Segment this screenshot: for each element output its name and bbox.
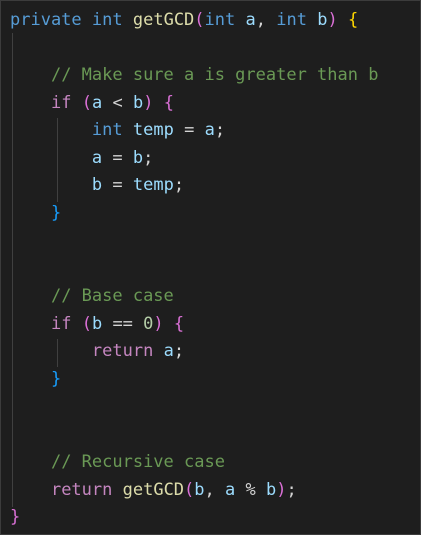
keyword-if: if <box>50 314 72 334</box>
var-a: a <box>163 341 174 361</box>
comma: , <box>204 480 215 500</box>
comma: , <box>255 10 267 30</box>
code-line-19: } <box>10 506 20 528</box>
code-line-8: } <box>10 202 61 224</box>
if-close-brace: } <box>50 203 62 223</box>
comment-swap: // Make sure a is greater than b <box>50 65 379 85</box>
comment-recursive-case: // Recursive case <box>50 452 225 472</box>
method-close-brace: } <box>10 507 21 527</box>
open-paren: ( <box>81 314 92 334</box>
semicolon: ; <box>214 120 226 140</box>
keyword-return: return <box>50 480 113 500</box>
close-paren: ) <box>327 10 338 30</box>
operator-less-than: < <box>112 93 123 113</box>
operator-assign: = <box>112 175 123 195</box>
var-b: b <box>266 480 277 500</box>
method-name: getGCD <box>132 10 195 30</box>
open-paren: ( <box>81 93 92 113</box>
code-line-18: return getGCD(b, a % b); <box>10 479 297 501</box>
var-temp: temp <box>132 175 174 195</box>
var-a: a <box>204 120 215 140</box>
keyword-int-param-a: int <box>204 10 236 30</box>
code-line-12: if (b == 0) { <box>10 313 184 335</box>
keyword-int: int <box>91 10 123 30</box>
param-b: b <box>317 10 328 30</box>
var-a: a <box>91 93 103 113</box>
code-line-3: // Make sure a is greater than b <box>10 64 379 86</box>
keyword-int: int <box>91 120 123 140</box>
semicolon: ; <box>173 341 185 361</box>
code-editor[interactable]: private int getGCD(int a, int b) { // Ma… <box>0 0 421 535</box>
code-line-14: } <box>10 368 61 390</box>
method-call: getGCD <box>122 480 185 500</box>
code-line-1: private int getGCD(int a, int b) { <box>10 9 358 31</box>
code-line-11: // Base case <box>10 285 174 307</box>
close-paren: ) <box>153 314 164 334</box>
close-paren: ) <box>143 93 154 113</box>
comment-base-case: // Base case <box>50 286 174 306</box>
keyword-private: private <box>10 10 82 30</box>
var-b: b <box>91 314 103 334</box>
var-a: a <box>225 480 236 500</box>
close-paren: ) <box>276 480 287 500</box>
code-line-7: b = temp; <box>10 174 184 196</box>
if-open-brace: { <box>173 314 185 334</box>
if-open-brace: { <box>163 93 174 113</box>
code-line-13: return a; <box>10 340 184 362</box>
code-line-6: a = b; <box>10 147 154 169</box>
var-b: b <box>132 93 144 113</box>
operator-assign: = <box>112 148 123 168</box>
var-b: b <box>194 480 205 500</box>
semicolon: ; <box>286 480 297 500</box>
code-line-17: // Recursive case <box>10 451 225 473</box>
keyword-return: return <box>91 341 154 361</box>
method-open-brace: { <box>347 10 359 30</box>
var-b: b <box>132 148 144 168</box>
keyword-int-param-b: int <box>276 10 307 30</box>
code-line-5: int temp = a; <box>10 119 225 141</box>
var-b: b <box>91 175 103 195</box>
param-a: a <box>245 10 256 30</box>
semicolon: ; <box>143 148 154 168</box>
var-a: a <box>91 148 103 168</box>
var-temp: temp <box>132 120 174 140</box>
operator-modulo: % <box>245 480 256 500</box>
keyword-if: if <box>50 93 72 113</box>
if-close-brace: } <box>50 369 62 389</box>
operator-equals: == <box>112 314 133 334</box>
open-paren: ( <box>184 480 195 500</box>
code-line-4: if (a < b) { <box>10 92 174 114</box>
semicolon: ; <box>173 175 185 195</box>
number-zero: 0 <box>143 314 154 334</box>
operator-assign: = <box>184 120 195 140</box>
open-paren: ( <box>194 10 205 30</box>
